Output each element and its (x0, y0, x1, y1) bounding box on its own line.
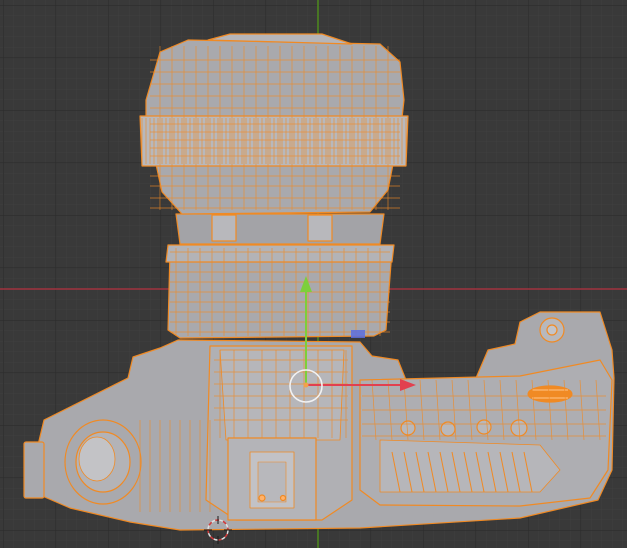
gizmo-z-handle[interactable] (351, 330, 365, 338)
strap-lug (23, 441, 45, 499)
hot-shoe (227, 437, 317, 521)
mode-dial (64, 419, 142, 505)
object-origin-dot (303, 382, 309, 388)
3d-viewport[interactable] (0, 0, 627, 548)
